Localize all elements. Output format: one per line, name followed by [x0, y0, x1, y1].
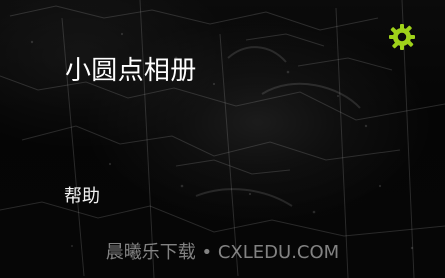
background-texture: [0, 0, 445, 278]
gear-icon: [389, 24, 415, 50]
settings-button[interactable]: [388, 23, 416, 51]
watermark-text: 晨曦乐下载 • CXLEDU.COM: [105, 242, 340, 263]
app-screen: 小圆点相册 帮助 晨曦乐下载 • CXLEDU.COM: [0, 0, 445, 278]
help-link[interactable]: 帮助: [64, 188, 100, 206]
page-title: 小圆点相册: [65, 56, 197, 86]
